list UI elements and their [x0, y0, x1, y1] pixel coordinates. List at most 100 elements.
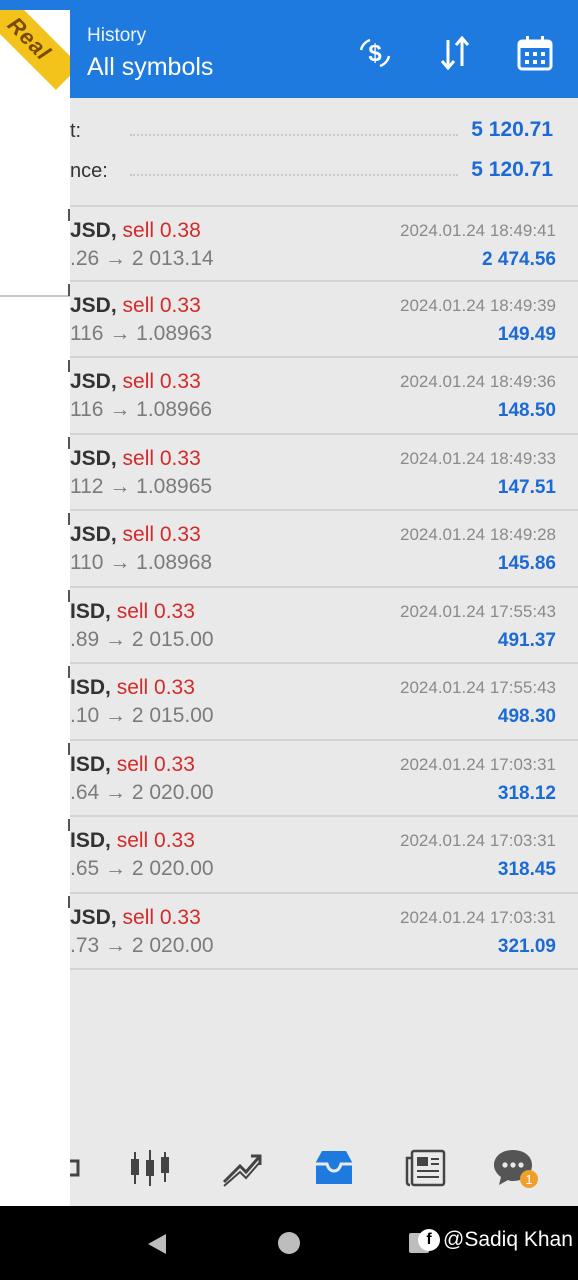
deal-profit: 321.09: [497, 935, 556, 957]
deal-symbol: ISD,: [70, 599, 111, 623]
nav-quotes-icon[interactable]: [48, 1142, 104, 1194]
calendar-icon[interactable]: [512, 30, 558, 76]
deal-prices: 112 → 1.08965: [70, 474, 213, 498]
deal-row[interactable]: JSD, sell 0.33 116 → 1.08966 2024.01.24 18…: [68, 358, 578, 435]
deal-side: sell 0.33: [116, 676, 195, 699]
chat-badge-count: 1: [525, 1172, 532, 1187]
deal-side: sell 0.33: [122, 370, 201, 393]
sort-icon[interactable]: [432, 30, 478, 76]
svg-text:$: $: [368, 40, 382, 67]
app-bar: History All symbols $: [70, 10, 578, 98]
header-subtitle: History: [87, 25, 147, 46]
side-drawer: [0, 10, 70, 1206]
deal-title: ISD, sell 0.33: [70, 829, 195, 853]
summary-row-balance: nce: 5 120.71: [70, 152, 578, 192]
back-icon[interactable]: [146, 1232, 168, 1261]
deal-row[interactable]: ISD, sell 0.33 .10 → 2 015.00 2024.01.24 1…: [68, 664, 578, 741]
deal-prices: .65 → 2 020.00: [70, 857, 214, 880]
deal-time: 2024.01.24 18:49:39: [400, 295, 556, 315]
facebook-icon: f: [418, 1229, 440, 1251]
deal-time: 2024.01.24 18:49:41: [400, 221, 556, 240]
deal-symbol: JSD,: [70, 523, 117, 546]
deal-profit: 149.49: [497, 323, 556, 345]
dotted-leader: [130, 134, 458, 136]
deal-row[interactable]: ISD, sell 0.33 .89 → 2 015.00 2024.01.24 1…: [68, 588, 578, 664]
deal-title: ISD, sell 0.33: [70, 676, 195, 700]
deal-time: 2024.01.24 17:03:31: [400, 907, 556, 927]
deal-time: 2024.01.24 17:55:43: [400, 678, 556, 697]
deal-symbol: JSD,: [70, 370, 117, 393]
deal-title: JSD, sell 0.33: [70, 447, 201, 471]
deal-time: 2024.01.24 17:55:43: [400, 601, 556, 621]
deal-symbol: ISD,: [70, 829, 111, 852]
deal-profit: 491.37: [497, 629, 556, 651]
deal-prices: .26 → 2 013.14: [70, 247, 214, 270]
deal-profit: 498.30: [497, 706, 556, 727]
deal-time: 2024.01.24 18:49:28: [400, 525, 556, 544]
nav-news-icon[interactable]: [398, 1142, 454, 1194]
deal-profit: 145.86: [497, 553, 556, 574]
deal-time: 2024.01.24 17:03:31: [400, 754, 556, 774]
deal-prices: .73 → 2 020.00: [70, 933, 214, 957]
header-title[interactable]: All symbols: [87, 53, 213, 82]
deal-row[interactable]: JSD, sell 0.33 110 → 1.08968 2024.01.24 18…: [68, 511, 578, 588]
deal-profit: 147.51: [497, 476, 556, 498]
deal-profit: 2 474.56: [482, 249, 556, 270]
deal-row[interactable]: JSD, sell 0.33 112 → 1.08965 2024.01.24 18…: [68, 435, 578, 511]
watermark: f @Sadiq Khan: [418, 1228, 573, 1252]
deal-symbol: JSD,: [70, 905, 117, 929]
deal-side: sell 0.33: [116, 829, 195, 852]
deal-side: sell 0.33: [122, 523, 201, 546]
deal-prices: .64 → 2 020.00: [70, 780, 214, 804]
deal-symbol: JSD,: [70, 219, 117, 242]
deal-side: sell 0.33: [122, 446, 201, 470]
watermark-text: @Sadiq Khan: [443, 1228, 573, 1251]
deal-side: sell 0.38: [122, 219, 201, 242]
deal-side: sell 0.33: [116, 752, 195, 776]
deal-time: 2024.01.24 18:49:33: [400, 448, 556, 468]
deal-title: JSD, sell 0.38: [70, 219, 201, 243]
nav-chat-icon[interactable]: 1: [488, 1142, 544, 1194]
deal-time: 2024.01.24 17:03:31: [400, 831, 556, 850]
deal-side: sell 0.33: [122, 905, 201, 929]
deal-prices: .89 → 2 015.00: [70, 627, 214, 651]
deal-row[interactable]: JSD, sell 0.33 116 → 1.08963 2024.01.24 18…: [68, 282, 578, 358]
nav-chart-icon[interactable]: [122, 1142, 178, 1194]
deal-title: ISD, sell 0.33: [70, 600, 195, 624]
deal-profit: 318.12: [497, 782, 556, 804]
nav-trade-icon[interactable]: [214, 1142, 270, 1194]
nav-history-icon[interactable]: [306, 1142, 362, 1194]
summary-row-profit: t: 5 120.71: [70, 112, 578, 152]
app-screen: Real History All symbols $ t: 5 120.71 n…: [0, 0, 578, 1206]
deal-row[interactable]: JSD, sell 0.38 .26 → 2 013.14 2024.01.24 1…: [68, 205, 578, 282]
deal-profit: 318.45: [497, 859, 556, 880]
deal-side: sell 0.33: [122, 293, 201, 317]
account-badge: Real: [0, 10, 72, 120]
deal-side: sell 0.33: [116, 599, 195, 623]
deal-symbol: JSD,: [70, 293, 117, 317]
deal-symbol: JSD,: [70, 446, 117, 470]
real-account-ribbon: Real: [0, 10, 72, 90]
deal-title: JSD, sell 0.33: [70, 370, 201, 394]
summary-label: t:: [70, 120, 82, 142]
deal-title: JSD, sell 0.33: [70, 523, 201, 547]
deal-title: JSD, sell 0.33: [70, 294, 201, 318]
deal-prices: 116 → 1.08963: [70, 321, 213, 345]
summary-panel: t: 5 120.71 nce: 5 120.71: [70, 112, 578, 192]
summary-value: 5 120.71: [471, 118, 553, 141]
bottom-navigation: 1: [70, 1130, 578, 1206]
deal-time: 2024.01.24 18:49:36: [400, 372, 556, 391]
deal-symbol: ISD,: [70, 676, 111, 699]
status-bar: [0, 0, 578, 10]
summary-label: nce:: [70, 160, 108, 182]
deal-symbol: ISD,: [70, 752, 111, 776]
drawer-divider: [0, 295, 70, 297]
deal-row[interactable]: ISD, sell 0.33 .65 → 2 020.00 2024.01.24 1…: [68, 817, 578, 894]
deal-row[interactable]: ISD, sell 0.33 .64 → 2 020.00 2024.01.24 1…: [68, 741, 578, 817]
summary-value: 5 120.71: [471, 158, 553, 181]
deal-title: JSD, sell 0.33: [70, 906, 201, 930]
deal-row[interactable]: JSD, sell 0.33 .73 → 2 020.00 2024.01.24 1…: [68, 894, 578, 970]
dotted-leader: [130, 174, 458, 176]
currency-exchange-icon[interactable]: $: [352, 30, 398, 76]
home-icon[interactable]: [278, 1232, 300, 1254]
